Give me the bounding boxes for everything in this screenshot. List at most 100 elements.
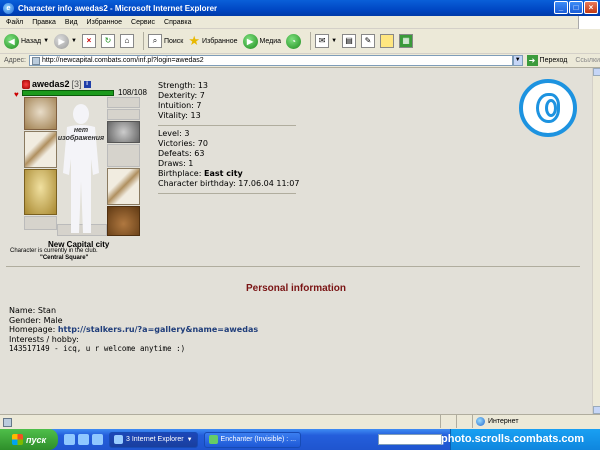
messenger-icon: ▦ (399, 34, 414, 48)
globe-icon (476, 417, 485, 426)
stat-birthplace: Birthplace: East city (158, 169, 243, 178)
stat-level: Level: 3 (158, 129, 190, 138)
windows-flag-icon (11, 434, 23, 445)
back-arrow-icon: ◀ (4, 33, 19, 49)
home-button[interactable]: ⌂ (119, 31, 134, 51)
stat-birthday: Character birthday: 17.06.04 11:07 (158, 179, 300, 188)
boots-slot[interactable] (107, 206, 140, 236)
messenger-icon (208, 435, 218, 444)
stat-intuition: Intuition: 7 (158, 101, 202, 110)
close-button[interactable]: × (584, 1, 598, 14)
armor-slot[interactable] (24, 169, 57, 215)
task-enchanter[interactable]: Enchanter (Invisible) : ... (203, 431, 302, 448)
media-quicklaunch-icon[interactable] (92, 434, 103, 445)
personal-homepage: Homepage: http://stalkers.ru/?a=gallery&… (9, 325, 259, 334)
toolbar-separator (142, 32, 144, 50)
stat-victories: Victories: 70 (158, 139, 208, 148)
maximize-button[interactable]: □ (569, 1, 583, 14)
menu-file[interactable]: Файл (6, 19, 23, 26)
homepage-link[interactable]: http://stalkers.ru/?a=gallery&name=aweda… (58, 325, 258, 334)
status-bar: Интернет (0, 414, 600, 429)
minimize-button[interactable]: _ (554, 1, 568, 14)
go-button[interactable]: ➜ Переход (526, 55, 567, 66)
club-status: Character is currently in the club. (10, 248, 98, 254)
back-button[interactable]: ◀ Назад ▼ (4, 31, 49, 51)
address-input[interactable]: http://newcapital.combats.com/inf.pl?log… (28, 55, 513, 66)
toolbar-separator (310, 32, 312, 50)
earrings-slot[interactable] (107, 97, 140, 108)
heart-icon: ♥ (14, 90, 19, 99)
scroll-down-button[interactable] (593, 406, 600, 414)
info-icon[interactable]: i (83, 80, 91, 88)
edit-icon: ✎ (361, 34, 376, 48)
left-weapon-slot[interactable] (24, 131, 57, 168)
character-header: awedas2 [3] i (22, 79, 91, 89)
clan-emblem-icon (519, 79, 577, 137)
page-content: awedas2 [3] i ♥ 108/108 нет изображения … (0, 68, 592, 414)
taskbar-address-input[interactable] (378, 434, 442, 445)
media-button[interactable]: ▶ Медиа (242, 31, 281, 51)
personal-interests-label: Interests / hobby: (9, 334, 79, 344)
task-internet-explorer[interactable]: 3 Internet Explorer ▼ (109, 431, 198, 448)
address-dropdown-button[interactable]: ▼ (512, 55, 523, 66)
gloves-slot[interactable] (107, 121, 140, 143)
menu-favorites[interactable]: Избранное (87, 19, 122, 26)
hp-bar (22, 90, 114, 96)
title-bar: e Character info awedas2 - Microsoft Int… (0, 0, 600, 16)
windows-logo-icon (578, 16, 600, 29)
start-button[interactable]: пуск (0, 429, 58, 450)
refresh-button[interactable]: ↻ (100, 31, 115, 51)
helmet-slot[interactable] (24, 97, 57, 130)
personal-name: Name: Stan (9, 306, 57, 315)
messenger-button[interactable]: ▦ (399, 31, 414, 51)
personal-info-title: Personal information (245, 283, 346, 294)
character-silhouette (63, 104, 99, 233)
security-zone: Интернет (476, 417, 519, 426)
menu-bar: Файл Правка Вид Избранное Сервис Справка (0, 16, 600, 29)
history-button[interactable]: ◔ (286, 31, 302, 51)
menu-edit[interactable]: Правка (32, 19, 56, 26)
history-icon: ◔ (286, 33, 302, 49)
stop-button[interactable]: × (81, 31, 96, 51)
search-button[interactable]: ⌕ Поиск (147, 31, 183, 51)
personal-interests: 143517149 - icq, u r welcome anytime :) (9, 344, 186, 353)
club-location: "Central Square" (40, 255, 89, 261)
no-image-label: нет изображения (57, 127, 105, 142)
favorites-button[interactable]: ★ Избранное (188, 31, 237, 51)
menu-view[interactable]: Вид (65, 19, 78, 26)
chevron-down-icon: ▼ (331, 38, 338, 44)
toolbar: ◀ Назад ▼ ▶ ▼ × ↻ ⌂ ⌕ Поиск ★ Избранное … (0, 29, 600, 54)
edit-button[interactable]: ✎ (361, 31, 376, 51)
character-name: awedas2 (32, 79, 70, 89)
mail-button[interactable]: ✉ ▼ (315, 31, 337, 51)
star-icon: ★ (188, 33, 201, 48)
mail-icon: ✉ (315, 34, 330, 48)
links-button[interactable]: Ссылки (575, 57, 600, 64)
belt-slot[interactable] (24, 216, 57, 230)
personal-gender: Gender: Male (9, 315, 63, 325)
character-level: [3] (71, 79, 82, 89)
media-icon: ▶ (242, 33, 258, 49)
address-label: Адрес: (4, 57, 26, 64)
ie-icon (114, 435, 123, 444)
right-weapon-slot[interactable] (107, 168, 140, 205)
menu-help[interactable]: Справка (164, 19, 191, 26)
amulet-slot[interactable] (107, 109, 140, 120)
ie-quicklaunch-icon[interactable] (64, 434, 75, 445)
quick-launch (64, 434, 103, 445)
menu-tools[interactable]: Сервис (131, 19, 155, 26)
desktop-quicklaunch-icon[interactable] (78, 434, 89, 445)
print-button[interactable]: ▤ (342, 31, 357, 51)
stat-defeats: Defeats: 63 (158, 149, 205, 158)
discuss-button[interactable] (380, 31, 395, 51)
forward-button[interactable]: ▶ ▼ (54, 31, 77, 51)
address-bar: Адрес: http://newcapital.combats.com/inf… (0, 54, 600, 68)
stop-icon: × (81, 34, 96, 48)
scroll-up-button[interactable] (593, 68, 600, 76)
chevron-down-icon: ▼ (186, 436, 193, 443)
personal-info: Name: Stan Gender: Male Homepage: http:/… (9, 306, 258, 354)
print-icon: ▤ (342, 34, 357, 48)
page-icon (31, 57, 40, 65)
vertical-scrollbar[interactable] (592, 68, 600, 414)
bracer-slot[interactable] (107, 144, 140, 167)
